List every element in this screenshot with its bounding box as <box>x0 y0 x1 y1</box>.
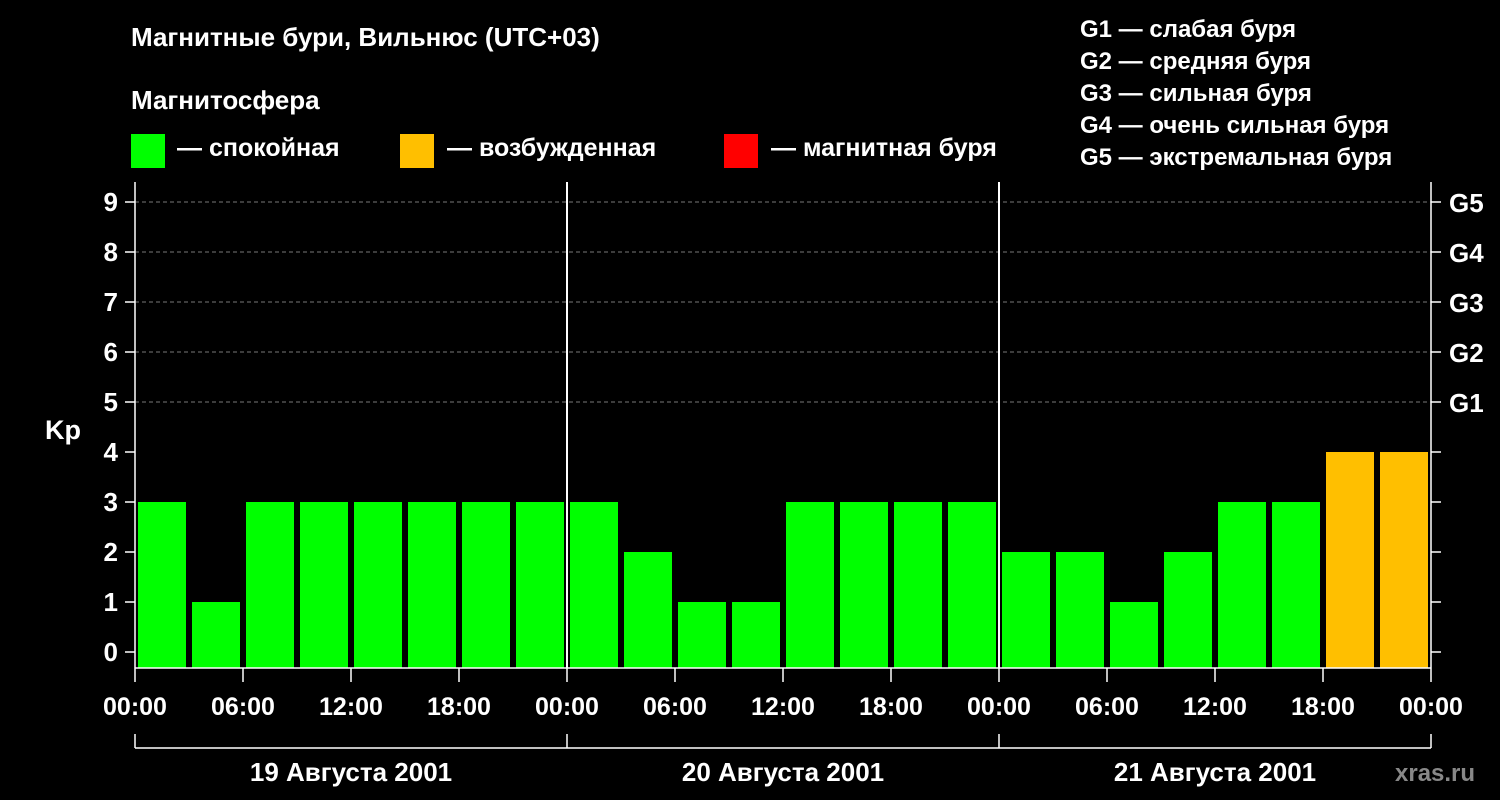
x-tick-label-1: 06:00 <box>211 693 275 721</box>
x-tick-label-8: 00:00 <box>967 693 1031 721</box>
x-tick-label-9: 06:00 <box>1075 693 1139 721</box>
g-tick-label-0: G1 <box>1449 388 1484 418</box>
bar-12 <box>786 502 834 668</box>
bar-9 <box>624 552 672 668</box>
g-tick-label-1: G2 <box>1449 338 1484 368</box>
g-tick-label-2: G3 <box>1449 288 1484 318</box>
y-tick-label-4: 4 <box>104 437 119 467</box>
bar-11 <box>732 602 780 668</box>
x-tick-label-5: 06:00 <box>643 693 707 721</box>
bar-16 <box>1002 552 1050 668</box>
bar-1 <box>192 602 240 668</box>
bar-4 <box>354 502 402 668</box>
bar-0 <box>138 502 186 668</box>
y-tick-label-8: 8 <box>104 237 118 267</box>
bar-19 <box>1164 552 1212 668</box>
bar-15 <box>948 502 996 668</box>
y-tick-label-7: 7 <box>104 287 118 317</box>
x-tick-label-3: 18:00 <box>427 693 491 721</box>
bar-22 <box>1326 452 1374 668</box>
bar-2 <box>246 502 294 668</box>
bar-17 <box>1056 552 1104 668</box>
bar-21 <box>1272 502 1320 668</box>
bar-18 <box>1110 602 1158 668</box>
bar-14 <box>894 502 942 668</box>
y-axis-label: Kp <box>45 415 81 445</box>
day-label-1: 20 Августа 2001 <box>682 757 884 787</box>
x-tick-label-6: 12:00 <box>751 693 815 721</box>
y-tick-label-3: 3 <box>104 487 118 517</box>
x-tick-label-7: 18:00 <box>859 693 923 721</box>
x-tick-label-4: 00:00 <box>535 693 599 721</box>
bar-10 <box>678 602 726 668</box>
day-label-2: 21 Августа 2001 <box>1114 757 1316 787</box>
y-tick-label-6: 6 <box>104 337 118 367</box>
bar-8 <box>570 502 618 668</box>
x-tick-label-12: 00:00 <box>1399 693 1463 721</box>
x-tick-label-2: 12:00 <box>319 693 383 721</box>
y-tick-label-1: 1 <box>104 587 118 617</box>
watermark: xras.ru <box>1395 760 1476 787</box>
kp-bar-chart: 0 1 2 3 4 5 6 7 8 9 G1 G2 G3 G4 G5 Kp 00:00 06:00 12:00 18:… <box>45 182 1484 787</box>
g-tick-label-4: G5 <box>1449 188 1484 218</box>
y-tick-label-0: 0 <box>104 637 118 667</box>
x-tick-label-10: 12:00 <box>1183 693 1247 721</box>
bar-20 <box>1218 502 1266 668</box>
x-tick-label-0: 00:00 <box>103 693 167 721</box>
bar-7 <box>516 502 564 668</box>
g-tick-label-3: G4 <box>1449 238 1484 268</box>
day-label-0: 19 Августа 2001 <box>250 757 452 787</box>
bar-3 <box>300 502 348 668</box>
y-tick-label-2: 2 <box>104 537 118 567</box>
y-tick-label-5: 5 <box>104 387 118 417</box>
x-tick-label-11: 18:00 <box>1291 693 1355 721</box>
bar-23 <box>1380 452 1428 668</box>
y-tick-label-9: 9 <box>104 187 118 217</box>
bar-13 <box>840 502 888 668</box>
bar-5 <box>408 502 456 668</box>
bar-6 <box>462 502 510 668</box>
